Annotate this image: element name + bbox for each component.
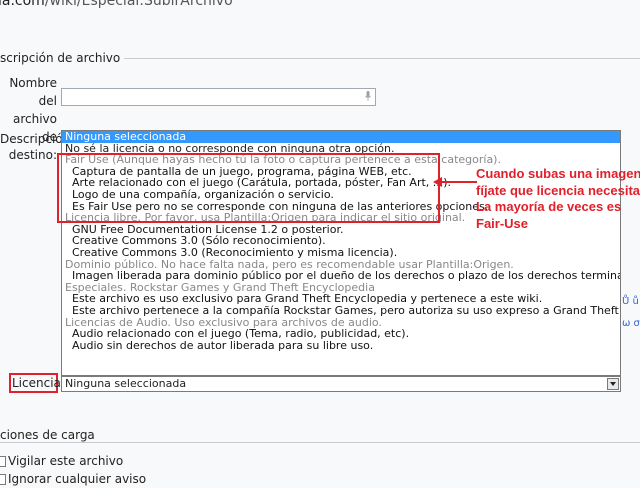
watch-file-checkbox[interactable]: [0, 456, 6, 467]
license-label: Licencia:: [12, 376, 65, 390]
special-chars-row1[interactable]: Ů ů ·: [622, 296, 640, 307]
annotation-line2: fíjate que licencia necesita.: [476, 182, 640, 198]
license-option[interactable]: Este archivo pertenece a la compañía Roc…: [62, 305, 620, 317]
license-option[interactable]: Imagen liberada para dominio público por…: [62, 270, 620, 282]
file-description-legend: scripción de archivo: [0, 51, 125, 65]
dest-name-label-line3: destino:: [8, 148, 57, 162]
microphone-icon[interactable]: [365, 91, 371, 101]
upload-options-rule: [0, 442, 640, 443]
dest-name-label: Nombre del archivo de destino:: [0, 74, 57, 164]
dest-name-label-line1: Nombre del: [9, 76, 57, 108]
dest-name-input[interactable]: [61, 88, 376, 106]
watch-file-label: Vigilar este archivo: [8, 454, 124, 468]
license-option[interactable]: Audio sin derechos de autor liberada par…: [62, 340, 620, 352]
fair-use-highlight: [57, 153, 440, 223]
url-path: /wiki/Especial:SubirArchivo: [44, 0, 233, 9]
annotation-note: Cuando subas una imagen fíjate que licen…: [476, 166, 640, 232]
description-label: Descripción:: [0, 132, 75, 146]
license-option[interactable]: Ninguna seleccionada: [62, 131, 620, 143]
upload-options-legend: ciones de carga: [0, 428, 99, 442]
annotation-line1: Cuando subas una imagen: [476, 166, 640, 181]
license-select[interactable]: Ninguna seleccionada: [61, 376, 621, 392]
license-select-value: Ninguna seleccionada: [65, 377, 187, 390]
annotation-line3: La mayoría de veces es: [476, 199, 622, 214]
annotation-line4: Fair-Use: [476, 215, 529, 231]
ignore-warnings-label: Ignorar cualquier aviso: [8, 472, 147, 486]
address-bar[interactable]: ia.com/wiki/Especial:SubirArchivo: [0, 0, 640, 10]
chevron-down-icon[interactable]: [607, 378, 619, 390]
special-chars-row2[interactable]: ω σ (: [622, 318, 640, 329]
license-option[interactable]: Audio relacionado con el juego (Tema, ra…: [62, 328, 620, 340]
arrow-icon: [433, 177, 477, 187]
url-host: ia.com: [0, 0, 45, 9]
license-option[interactable]: Creative Commons 3.0 (Reconocimiento y m…: [62, 247, 620, 259]
